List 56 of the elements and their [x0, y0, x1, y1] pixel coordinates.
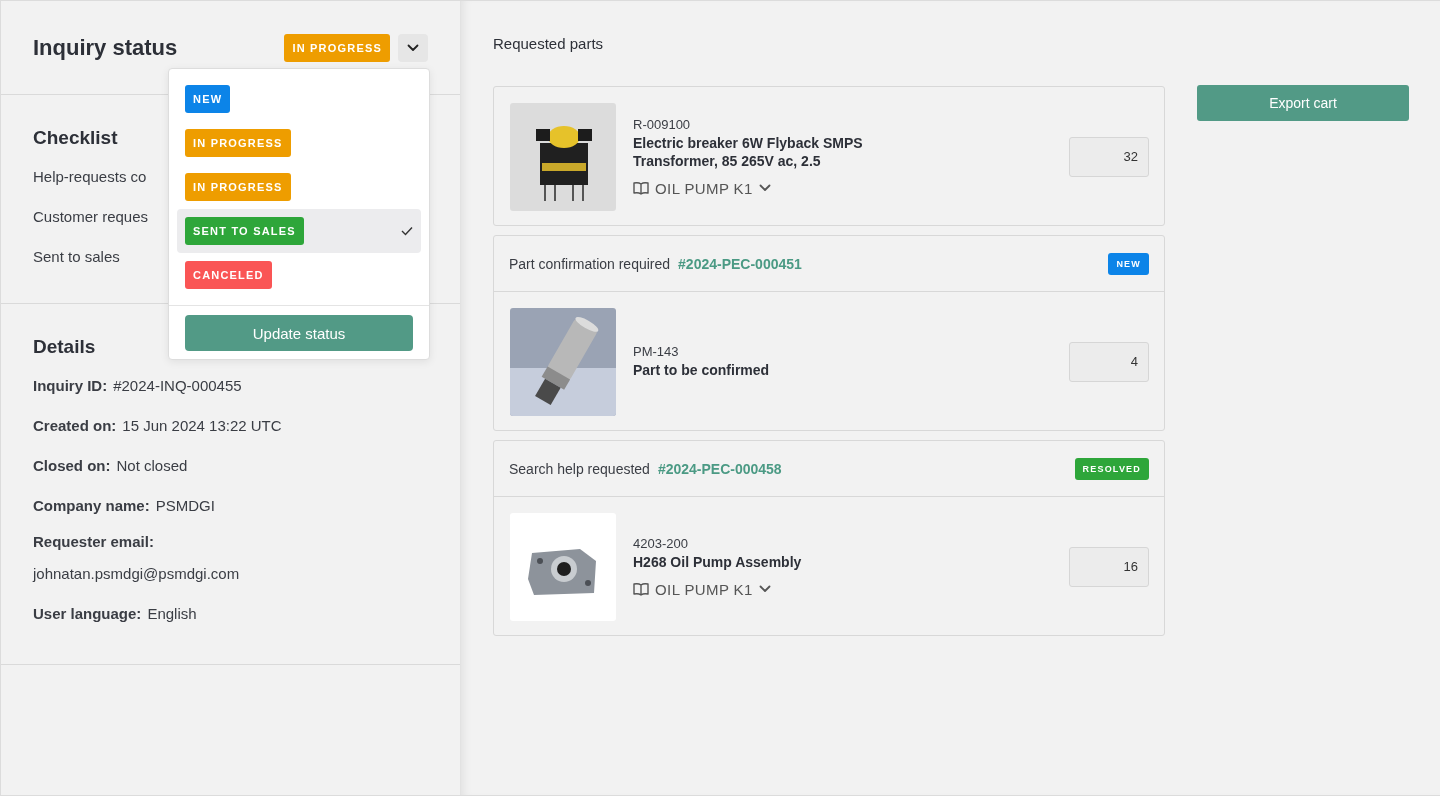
- status-badge: CANCELED: [185, 261, 272, 289]
- update-status-button[interactable]: Update status: [185, 315, 413, 351]
- field-value: #2024-INQ-000455: [113, 377, 242, 394]
- field-value: Not closed: [116, 457, 188, 474]
- quantity-field[interactable]: 4: [1069, 341, 1149, 382]
- status-badge: IN PROGRESS: [284, 33, 390, 62]
- quantity-field[interactable]: 16: [1069, 546, 1149, 587]
- request-type: Part confirmation required: [509, 255, 671, 272]
- field-label: Requester email:: [33, 533, 154, 550]
- status-badge: SENT TO SALES: [185, 217, 304, 245]
- checklist-item: Help-requests co: [33, 167, 147, 187]
- status-badge: IN PROGRESS: [185, 129, 291, 157]
- part-name: H268 Oil Pump Assembly: [633, 552, 803, 571]
- section-title: Requested parts: [493, 34, 605, 54]
- field-value: johnatan.psmdgi@psmdgi.com: [33, 565, 240, 582]
- status-badge: NEW: [1108, 252, 1149, 275]
- section-title: Checklist: [33, 126, 118, 150]
- chevron-down-icon: [407, 43, 419, 52]
- part-name: Part to be confirmed: [633, 361, 771, 379]
- request-type: Search help requested: [509, 460, 650, 477]
- field-label: User language:: [33, 605, 142, 622]
- section-title: Details: [33, 335, 96, 359]
- part-number: R-009100: [633, 116, 692, 132]
- part-name: Electric breaker 6W Flyback SMPS Transformer, 85 265V ac, 2.5: [633, 133, 864, 170]
- status-option[interactable]: IN PROGRESS: [177, 121, 421, 165]
- field-value: PSMDGI: [155, 497, 215, 514]
- export-cart-button[interactable]: Export cart: [1197, 85, 1409, 121]
- status-badge: NEW: [185, 85, 231, 113]
- book-icon: [633, 582, 649, 596]
- field-label: Inquiry ID:: [33, 377, 108, 394]
- check-icon: [401, 226, 413, 236]
- field-value: English: [147, 605, 197, 622]
- book-icon: [633, 181, 649, 195]
- field-value: 15 Jun 2024 13:22 UTC: [122, 417, 282, 434]
- status-option[interactable]: NEW: [177, 77, 421, 121]
- part-number: PM-143: [633, 344, 680, 359]
- field-label: Company name:: [33, 497, 150, 514]
- status-badge: RESOLVED: [1074, 457, 1149, 480]
- status-option[interactable]: CANCELED: [177, 253, 421, 297]
- catalog-dropdown[interactable]: OIL PUMP K1: [633, 580, 771, 598]
- quantity-field[interactable]: 32: [1069, 136, 1149, 177]
- checklist-item: Customer reques: [33, 207, 149, 227]
- field-label: Closed on:: [33, 457, 111, 474]
- section-title: Inquiry status: [33, 34, 179, 61]
- status-option[interactable]: IN PROGRESS: [177, 165, 421, 209]
- status-option[interactable]: SENT TO SALES: [177, 209, 421, 253]
- checklist-item: Sent to sales: [33, 247, 120, 267]
- catalog-dropdown[interactable]: OIL PUMP K1: [633, 179, 771, 197]
- dropdown-toggle[interactable]: [398, 33, 428, 62]
- status-badge: IN PROGRESS: [185, 173, 291, 201]
- request-link[interactable]: #2024-PEC-000451: [678, 255, 802, 272]
- field-label: Created on:: [33, 417, 117, 434]
- chevron-down-icon: [758, 585, 771, 593]
- request-link[interactable]: #2024-PEC-000458: [657, 460, 782, 477]
- part-number: 4203-200: [633, 535, 689, 551]
- chevron-down-icon: [758, 184, 771, 192]
